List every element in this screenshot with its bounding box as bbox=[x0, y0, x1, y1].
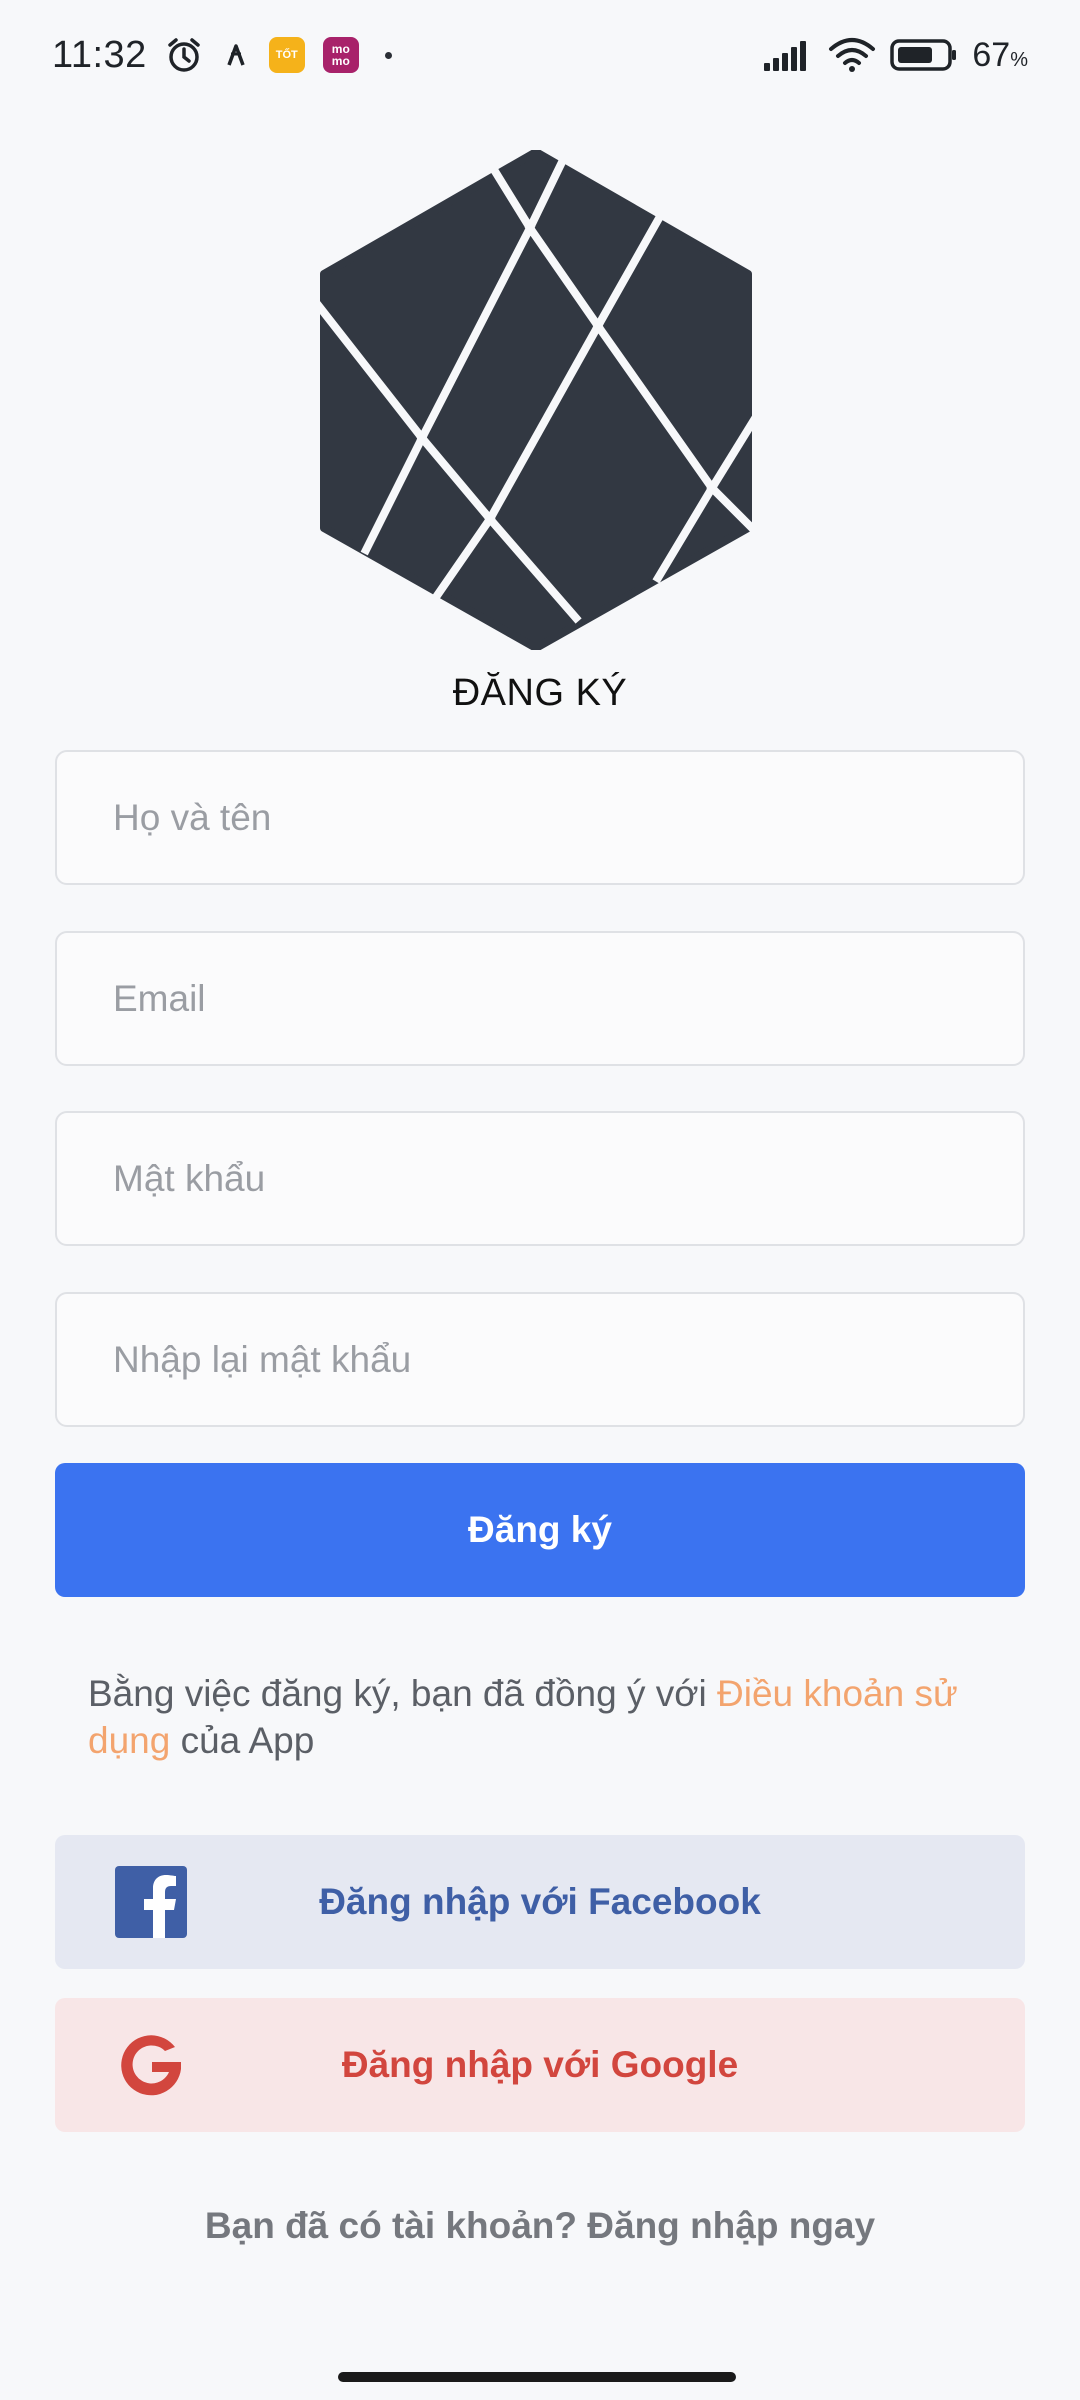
google-login-label: Đăng nhập với Google bbox=[341, 2044, 739, 2085]
signal-icon bbox=[764, 39, 814, 71]
login-link[interactable]: Bạn đã có tài khoản? Đăng nhập ngay bbox=[0, 2205, 1080, 2247]
wifi-icon bbox=[828, 37, 876, 73]
notification-dot-icon bbox=[384, 51, 392, 59]
momo-app-icon: mo mo bbox=[322, 37, 359, 73]
facebook-login-label: Đăng nhập với Facebook bbox=[319, 1881, 761, 1922]
home-indicator[interactable] bbox=[338, 2372, 736, 2382]
google-icon bbox=[121, 2035, 181, 2096]
email-field[interactable] bbox=[55, 931, 1025, 1066]
google-login-button[interactable]: Đăng nhập với Google bbox=[55, 1998, 1025, 2132]
battery-unit: % bbox=[1010, 48, 1028, 71]
confirm-password-input[interactable] bbox=[57, 1294, 1023, 1425]
status-bar: 11:32 TỐT mo mo 67% bbox=[0, 0, 1080, 110]
facebook-login-button[interactable]: Đăng nhập với Facebook bbox=[55, 1835, 1025, 1969]
full-name-input[interactable] bbox=[57, 752, 1023, 883]
alarm-icon bbox=[165, 36, 203, 74]
facebook-icon bbox=[115, 1866, 187, 1938]
status-left: 11:32 TỐT mo mo bbox=[52, 34, 392, 77]
page-title: ĐĂNG KÝ bbox=[452, 672, 628, 714]
confirm-password-field[interactable] bbox=[55, 1292, 1025, 1427]
password-input[interactable] bbox=[57, 1113, 1023, 1244]
battery-icon bbox=[890, 38, 958, 72]
register-button[interactable]: Đăng ký bbox=[55, 1463, 1025, 1597]
hexagon-logo-icon bbox=[318, 150, 754, 650]
status-time: 11:32 bbox=[52, 33, 147, 76]
terms-suffix: của App bbox=[170, 1720, 315, 1761]
status-right: 67% bbox=[764, 36, 1028, 75]
tot-app-icon: TỐT bbox=[268, 37, 305, 73]
email-input[interactable] bbox=[57, 933, 1023, 1064]
battery-percent-value: 67 bbox=[972, 35, 1011, 74]
full-name-field[interactable] bbox=[55, 750, 1025, 885]
app-notification-icon bbox=[221, 40, 251, 70]
password-field[interactable] bbox=[55, 1111, 1025, 1246]
terms-prefix: Bằng việc đăng ký, bạn đã đồng ý với bbox=[88, 1673, 717, 1714]
battery-percent: 67% bbox=[972, 36, 1028, 75]
terms-text: Bằng việc đăng ký, bạn đã đồng ý với Điề… bbox=[88, 1670, 1008, 1764]
